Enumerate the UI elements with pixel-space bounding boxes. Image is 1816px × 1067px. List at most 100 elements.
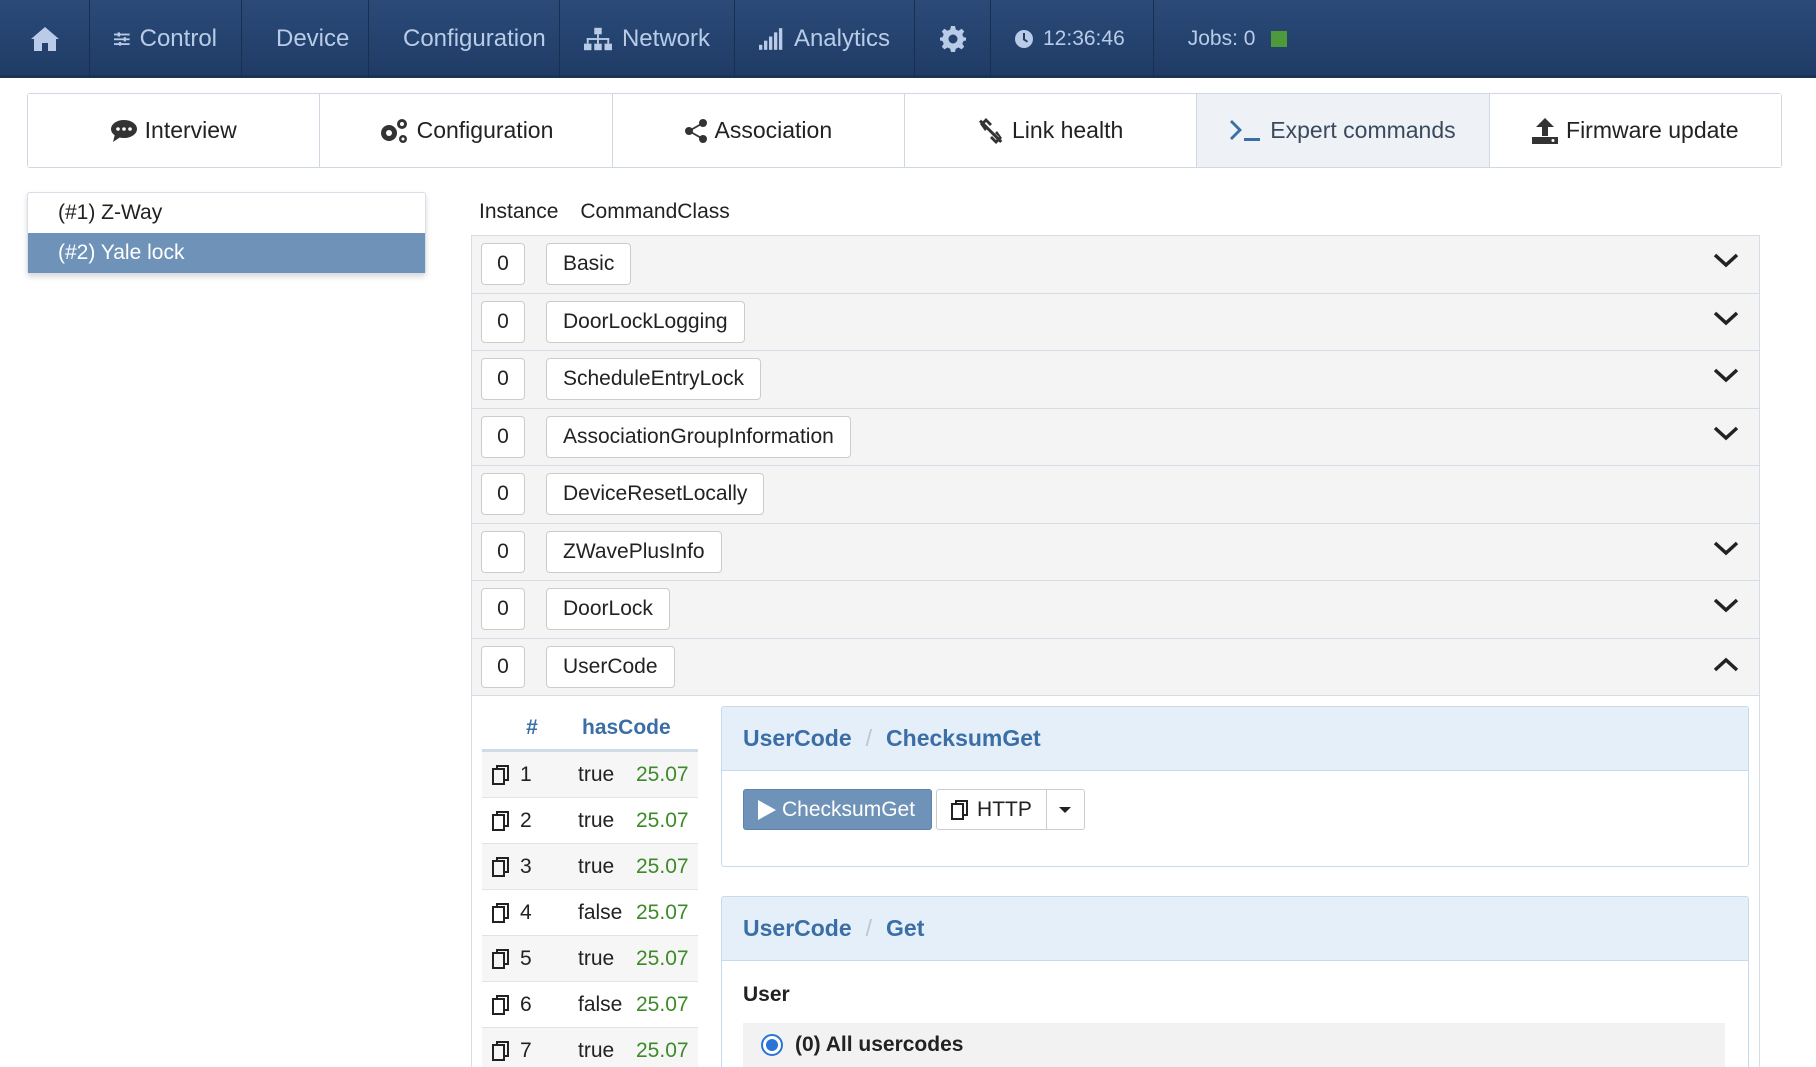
command-class-row-basic[interactable]: 0 Basic bbox=[472, 236, 1759, 294]
breadcrumb-command: Get bbox=[886, 915, 925, 941]
copy-icon[interactable] bbox=[482, 948, 520, 969]
nav-analytics-label: Analytics bbox=[793, 25, 890, 52]
command-class-row-scheduleentrylock[interactable]: 0 ScheduleEntryLock bbox=[472, 351, 1759, 409]
chevron-down-icon[interactable] bbox=[1713, 310, 1739, 328]
device-item-yale-lock[interactable]: (#2) Yale lock bbox=[28, 233, 425, 273]
user-code-hascode: true bbox=[578, 1038, 615, 1062]
chevron-down-icon[interactable] bbox=[1713, 597, 1739, 615]
chevron-down-icon[interactable] bbox=[1713, 425, 1739, 443]
nav-network-label: Network bbox=[621, 25, 710, 52]
option-label: (0) All usercodes bbox=[795, 1033, 964, 1056]
radio-selected[interactable] bbox=[761, 1034, 783, 1056]
instance-column-header: Instance bbox=[479, 200, 559, 223]
user-code-timestamp: 25.07 bbox=[636, 762, 689, 786]
gear-icon bbox=[939, 26, 966, 52]
user-code-number: 4 bbox=[520, 900, 532, 924]
sitemap-icon bbox=[584, 27, 612, 51]
chevron-down-icon[interactable] bbox=[1713, 540, 1739, 558]
http-dropdown-toggle[interactable] bbox=[1046, 789, 1085, 830]
tab-configuration[interactable]: Configuration bbox=[320, 94, 613, 167]
tab-link-health-label: Link health bbox=[1012, 117, 1124, 143]
http-button-label: HTTP bbox=[977, 797, 1032, 821]
copy-icon[interactable] bbox=[482, 902, 520, 923]
nav-device-label: Device bbox=[276, 25, 350, 52]
user-code-number: 7 bbox=[520, 1038, 532, 1062]
breadcrumb-command: ChecksumGet bbox=[886, 725, 1041, 751]
command-class-row-usercode[interactable]: 0 UserCode bbox=[472, 638, 1759, 696]
tab-expert-commands-label: Expert commands bbox=[1270, 117, 1456, 143]
command-class-row-doorlock[interactable]: 0 DoorLock bbox=[472, 581, 1759, 639]
nav-network[interactable]: Network bbox=[560, 0, 735, 78]
command-class-name: DeviceResetLocally bbox=[546, 473, 765, 516]
column-header-hascode: hasCode bbox=[582, 715, 671, 739]
tab-firmware-update[interactable]: Firmware update bbox=[1489, 94, 1781, 167]
signal-icon bbox=[759, 28, 783, 50]
tab-link-health[interactable]: Link health bbox=[904, 94, 1198, 167]
comment-icon bbox=[110, 119, 137, 142]
user-code-number: 5 bbox=[520, 946, 532, 970]
user-code-hascode: true bbox=[578, 762, 615, 786]
all-usercodes-option[interactable]: (0) All usercodes bbox=[743, 1023, 1725, 1067]
copy-icon bbox=[951, 799, 969, 820]
jobs-status-indicator bbox=[1271, 31, 1288, 47]
command-class-row-deviceresetlocally[interactable]: 0 DeviceResetLocally bbox=[472, 466, 1759, 524]
user-code-timestamp: 25.07 bbox=[636, 900, 689, 924]
unlink-icon bbox=[978, 117, 1003, 144]
instance-badge: 0 bbox=[481, 530, 525, 573]
column-header-number: # bbox=[526, 715, 538, 739]
tab-expert-commands[interactable]: Expert commands bbox=[1197, 94, 1490, 167]
command-class-row-associationgroupinformation[interactable]: 0 AssociationGroupInformation bbox=[472, 408, 1759, 466]
user-code-number: 2 bbox=[520, 808, 532, 832]
sliders-icon bbox=[114, 32, 130, 46]
instance-badge: 0 bbox=[481, 300, 525, 343]
copy-icon[interactable] bbox=[482, 994, 520, 1015]
tab-firmware-update-label: Firmware update bbox=[1566, 117, 1739, 143]
user-code-timestamp: 25.07 bbox=[636, 946, 689, 970]
command-class-list: 0 Basic 0 DoorLockLogging 0 ScheduleEntr… bbox=[471, 235, 1760, 1067]
command-class-row-zwaveplusinfo[interactable]: 0 ZWavePlusInfo bbox=[472, 523, 1759, 581]
cogs-icon bbox=[380, 118, 407, 143]
instance-badge: 0 bbox=[481, 415, 525, 458]
tab-association[interactable]: Association bbox=[612, 94, 905, 167]
tab-association-label: Association bbox=[714, 117, 833, 143]
copy-icon[interactable] bbox=[482, 810, 520, 831]
command-class-name: DoorLockLogging bbox=[546, 300, 745, 343]
table-row: 3 true 25.07 bbox=[482, 844, 698, 890]
nav-control-label: Control bbox=[139, 25, 217, 52]
instance-badge: 0 bbox=[481, 588, 525, 631]
run-checksumget-button[interactable]: ChecksumGet bbox=[743, 789, 933, 830]
command-card-checksumget: UserCode / ChecksumGet ChecksumGet HTTP bbox=[721, 706, 1749, 867]
command-class-row-doorlocklogging[interactable]: 0 DoorLockLogging bbox=[472, 293, 1759, 351]
nav-configuration-label: Configuration bbox=[403, 25, 546, 52]
user-code-hascode: false bbox=[578, 900, 623, 924]
table-row: 6 false 25.07 bbox=[482, 982, 698, 1028]
user-code-number: 6 bbox=[520, 992, 532, 1016]
chevron-up-icon[interactable] bbox=[1713, 655, 1739, 673]
http-copy-button[interactable]: HTTP bbox=[936, 789, 1047, 830]
nav-configuration[interactable]: Configuration bbox=[369, 0, 560, 78]
nav-analytics[interactable]: Analytics bbox=[735, 0, 915, 78]
copy-icon[interactable] bbox=[482, 764, 520, 785]
play-icon bbox=[758, 799, 776, 820]
nav-control[interactable]: Control bbox=[90, 0, 242, 78]
device-list: (#1) Z-Way (#2) Yale lock bbox=[27, 192, 426, 274]
user-code-timestamp: 25.07 bbox=[636, 992, 689, 1016]
user-code-number: 3 bbox=[520, 854, 532, 878]
device-item-z-way[interactable]: (#1) Z-Way bbox=[28, 193, 425, 233]
chevron-down-icon[interactable] bbox=[1713, 367, 1739, 385]
table-row: 5 true 25.07 bbox=[482, 936, 698, 982]
chevron-down-icon[interactable] bbox=[1713, 252, 1739, 270]
copy-icon[interactable] bbox=[482, 1040, 520, 1061]
card-body: ChecksumGet HTTP bbox=[722, 771, 1748, 848]
copy-icon[interactable] bbox=[482, 856, 520, 877]
tab-interview[interactable]: Interview bbox=[28, 94, 321, 167]
run-button-label: ChecksumGet bbox=[782, 797, 916, 821]
nav-device[interactable]: Device bbox=[242, 0, 369, 78]
device-tabs: Interview Configuration Association Link… bbox=[27, 93, 1782, 168]
command-class-name: DoorLock bbox=[546, 588, 670, 631]
jobs-status[interactable]: Jobs: 0 bbox=[1154, 0, 1312, 78]
user-code-timestamp: 25.07 bbox=[636, 1038, 689, 1062]
instance-badge: 0 bbox=[481, 358, 525, 401]
nav-home[interactable] bbox=[0, 0, 90, 78]
nav-settings[interactable] bbox=[915, 0, 991, 78]
